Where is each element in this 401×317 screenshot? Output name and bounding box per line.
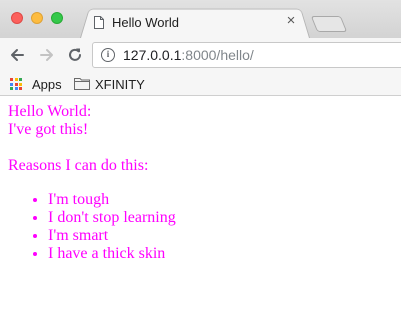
window-minimize-button[interactable] [31,12,43,24]
address-bar[interactable]: i 127.0.0.1:8000/hello/ [92,42,401,68]
page-icon [94,16,104,29]
bookmarks-bar: Apps XFINITY [0,72,401,96]
bookmark-xfinity-label: XFINITY [95,77,145,92]
url-path: :8000/hello/ [181,47,254,63]
reasons-list: I'm tough I don't stop learning I'm smar… [8,191,176,263]
list-item: I have a thick skin [48,245,176,263]
list-item: I don't stop learning [48,209,176,227]
back-arrow-icon[interactable] [8,46,26,64]
reasons-heading: Reasons I can do this: [8,157,149,174]
got-this-line: I've got this! [8,121,89,138]
title-bar: Hello World × [0,0,401,39]
list-item: I'm smart [48,227,176,245]
reload-icon[interactable] [66,46,84,64]
window-close-button[interactable] [11,12,23,24]
url-host: 127.0.0.1 [123,47,182,63]
bookmark-apps-label: Apps [32,77,62,92]
list-item: I'm tough [48,191,176,209]
tab-title: Hello World [112,15,179,30]
page-content: Hello World: I've got this! Reasons I ca… [0,96,401,317]
toolbar: i 127.0.0.1:8000/hello/ [0,38,401,72]
url-text[interactable]: 127.0.0.1:8000/hello/ [123,47,254,63]
forward-arrow-icon[interactable] [38,46,56,64]
window-maximize-button[interactable] [51,12,63,24]
hello-line: Hello World: [8,103,92,120]
info-icon[interactable]: i [101,48,115,62]
new-tab-button[interactable] [310,16,348,32]
tab-hello-world[interactable]: Hello World × [86,6,304,38]
apps-grid-icon [10,78,22,90]
folder-icon [74,78,90,90]
tab-close-icon[interactable]: × [284,13,298,28]
